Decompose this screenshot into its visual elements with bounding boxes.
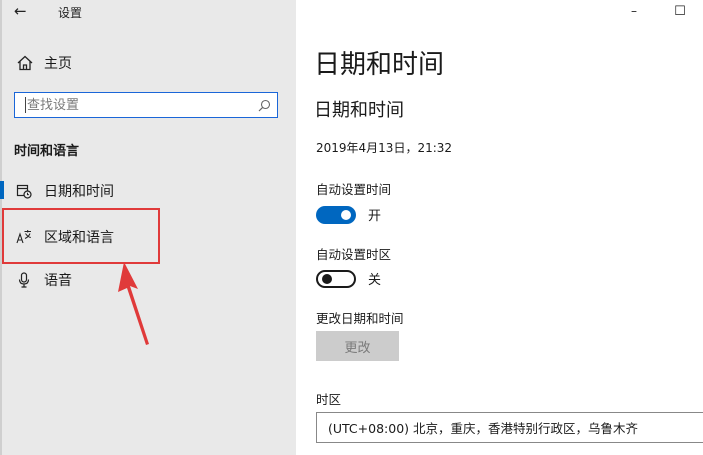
search-icon[interactable] [258, 99, 271, 112]
section-title: 日期和时间 [314, 100, 404, 121]
timezone-select[interactable]: (UTC+08:00) 北京，重庆，香港特别行政区，乌鲁木齐 [316, 412, 703, 443]
auto-time-toggle-row[interactable]: 开 [316, 205, 381, 224]
maximize-button[interactable]: ☐ [657, 0, 703, 22]
annotation-highlight-box [2, 208, 160, 264]
auto-timezone-toggle-row[interactable]: 关 [316, 269, 381, 288]
toggle-knob [322, 273, 332, 284]
minimize-icon: – [631, 4, 637, 18]
auto-timezone-label: 自动设置时区 [316, 247, 392, 262]
home-icon [17, 55, 33, 71]
auto-timezone-state: 关 [368, 273, 382, 288]
window-controls: – ☐ [611, 0, 703, 22]
auto-time-state: 开 [368, 209, 382, 224]
timezone-label: 时区 [316, 392, 342, 407]
auto-timezone-toggle[interactable] [316, 269, 356, 288]
sidebar: ← 设置 主页 时间和语言 日期和时间 [0, 0, 296, 455]
auto-time-toggle[interactable] [316, 205, 356, 224]
app-title: 设置 [58, 6, 83, 20]
search-input[interactable] [25, 97, 258, 113]
sidebar-item-label: 日期和时间 [44, 184, 114, 200]
minimize-button[interactable]: – [611, 0, 657, 22]
search-box[interactable] [14, 92, 278, 118]
annotation-arrow [118, 262, 149, 345]
change-datetime-label: 更改日期和时间 [316, 311, 404, 326]
main-content: – ☐ 日期和时间 日期和时间 2019年4月13日，21:32 自动设置时间 … [296, 0, 703, 455]
microphone-icon [16, 272, 32, 288]
change-button[interactable]: 更改 [316, 331, 399, 361]
current-datetime: 2019年4月13日，21:32 [316, 141, 453, 155]
sidebar-item-home[interactable]: 主页 [16, 52, 72, 74]
sidebar-item-speech[interactable]: 语音 [16, 269, 72, 291]
sidebar-item-label: 语音 [44, 273, 72, 289]
page-title: 日期和时间 [314, 50, 445, 80]
back-button[interactable]: ← [14, 2, 27, 20]
toggle-knob [341, 209, 351, 220]
sidebar-item-date-time[interactable]: 日期和时间 [16, 180, 114, 202]
calendar-clock-icon [16, 183, 32, 199]
sidebar-item-home-label: 主页 [44, 56, 72, 72]
section-header: 时间和语言 [14, 144, 80, 159]
active-indicator [0, 181, 4, 199]
maximize-icon: ☐ [674, 3, 686, 19]
auto-time-label: 自动设置时间 [316, 182, 392, 197]
